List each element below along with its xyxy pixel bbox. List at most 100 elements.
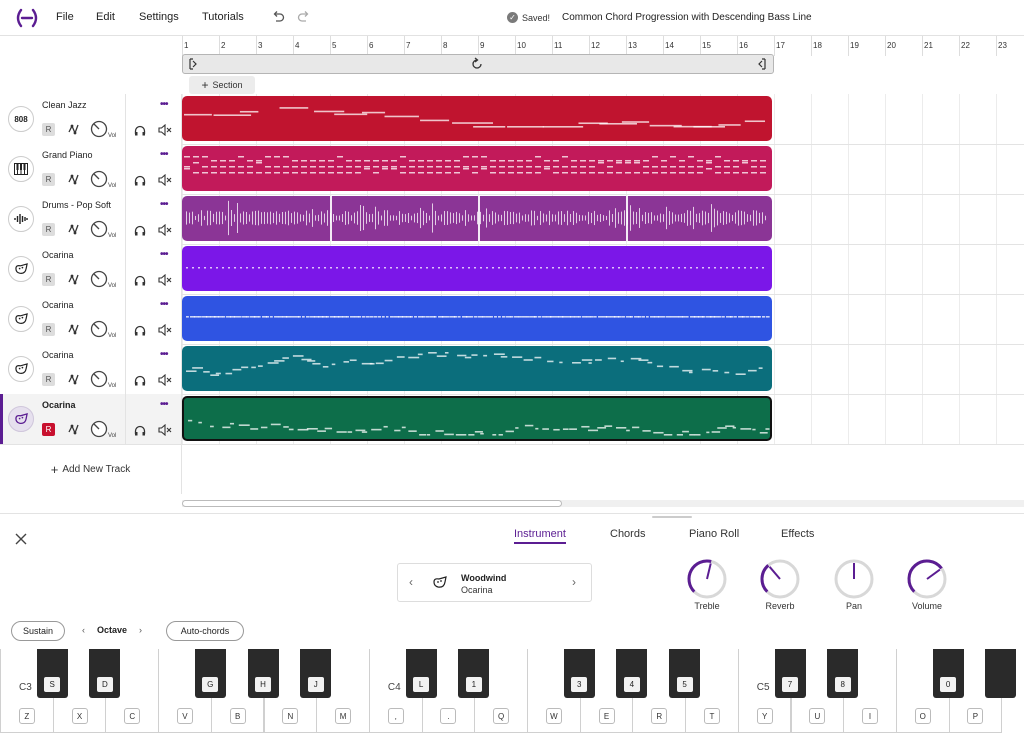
mute-icon[interactable] [158,424,172,436]
track-header[interactable]: 808 Clean Jazz ••• R Vol [0,94,182,144]
volume-knob[interactable] [90,170,108,188]
ocarina-icon[interactable] [8,356,34,382]
auto-chords-button[interactable]: Auto-chords [166,621,244,641]
headphones-icon[interactable] [134,225,146,236]
sustain-button[interactable]: Sustain [11,621,65,641]
instrument-selector[interactable]: ‹ Woodwind Ocarina › [397,563,592,602]
reverb-knob[interactable] [759,558,801,600]
track-region[interactable] [182,246,772,291]
black-key[interactable]: S [36,649,68,698]
ocarina-icon[interactable] [8,256,34,282]
redo-icon[interactable] [297,10,311,24]
close-icon[interactable] [14,532,28,546]
more-options-icon[interactable]: ••• [160,249,168,260]
track-name[interactable]: Grand Piano [42,150,93,160]
black-key[interactable]: 7 [774,649,806,698]
more-options-icon[interactable]: ••• [160,199,168,210]
panel-drag-handle[interactable] [652,516,692,518]
ocarina-icon[interactable] [8,406,34,432]
track-header[interactable]: Drums - Pop Soft ••• R Vol [0,194,182,244]
headphones-icon[interactable] [134,175,146,186]
volume-knob[interactable] [90,220,108,238]
track-region[interactable] [182,296,772,341]
menu-edit[interactable]: Edit [96,11,115,23]
more-options-icon[interactable]: ••• [160,99,168,110]
menu-settings[interactable]: Settings [139,11,179,23]
tab-effects[interactable]: Effects [781,528,814,540]
ocarina-icon[interactable] [8,306,34,332]
track-name[interactable]: Ocarina [42,300,74,310]
black-key[interactable]: 8 [827,649,859,698]
tab-instrument[interactable]: Instrument [514,528,566,544]
timeline-ruler[interactable]: 1 2 3 4 5 6 7 8 9 10 11 12 13 14 15 16 17 18 19 20 21 22 23 [182,36,1024,56]
automation-icon[interactable] [68,372,80,386]
automation-icon[interactable] [68,172,80,186]
track-name[interactable]: Drums - Pop Soft [42,200,111,210]
black-key[interactable]: H [247,649,279,698]
black-key[interactable]: 4 [616,649,648,698]
track-name[interactable]: Ocarina [42,350,74,360]
black-key[interactable]: J [300,649,332,698]
record-arm-button[interactable]: R [42,223,55,236]
loop-bar[interactable] [182,54,774,74]
record-arm-button[interactable]: R [42,373,55,386]
scrollbar-thumb[interactable] [182,500,562,507]
volume-knob[interactable] [90,420,108,438]
black-key[interactable]: 0 [932,649,964,698]
loop-start-icon[interactable] [188,58,198,70]
automation-icon[interactable] [68,422,80,436]
black-key[interactable]: 5 [669,649,701,698]
track-name[interactable]: Clean Jazz [42,100,87,110]
menu-tutorials[interactable]: Tutorials [202,11,244,23]
track-header[interactable]: Ocarina ••• R Vol [0,294,182,344]
record-arm-button[interactable]: R [42,123,55,136]
mute-icon[interactable] [158,274,172,286]
more-options-icon[interactable]: ••• [160,149,168,160]
headphones-icon[interactable] [134,125,146,136]
octave-up-icon[interactable]: › [139,625,142,635]
track-header[interactable]: Ocarina ••• R Vol [0,344,182,394]
black-key[interactable]: D [89,649,121,698]
track-header[interactable]: Grand Piano ••• R Vol [0,144,182,194]
track-header[interactable]: Ocarina ••• R Vol [0,244,182,294]
menu-file[interactable]: File [56,11,74,23]
volume-knob[interactable] [906,558,948,600]
headphones-icon[interactable] [134,325,146,336]
volume-knob[interactable] [90,270,108,288]
more-options-icon[interactable]: ••• [160,299,168,310]
record-arm-button[interactable]: R [42,423,55,436]
mute-icon[interactable] [158,374,172,386]
logo-icon[interactable] [14,8,40,28]
automation-icon[interactable] [68,322,80,336]
automation-icon[interactable] [68,222,80,236]
tab-piano-roll[interactable]: Piano Roll [689,528,739,540]
tab-chords[interactable]: Chords [610,528,645,540]
track-region[interactable] [182,196,772,241]
volume-knob[interactable] [90,120,108,138]
track-header[interactable]: Ocarina ••• R Vol [0,394,182,444]
loop-end-icon[interactable] [757,58,767,70]
song-title[interactable]: Common Chord Progression with Descending… [562,12,812,23]
track-region[interactable] [182,96,772,141]
drum-machine-icon[interactable]: 808 [8,106,34,132]
record-arm-button[interactable]: R [42,273,55,286]
black-key[interactable] [985,649,1017,698]
prev-instrument-icon[interactable]: ‹ [409,575,413,589]
automation-icon[interactable] [68,272,80,286]
black-key[interactable]: L [405,649,437,698]
next-instrument-icon[interactable]: › [572,575,576,589]
waveform-icon[interactable] [8,206,34,232]
add-section-button[interactable]: + Section [189,76,255,94]
treble-knob[interactable] [686,558,728,600]
black-key[interactable]: 3 [563,649,595,698]
track-name[interactable]: Ocarina [42,400,76,410]
undo-icon[interactable] [271,10,285,24]
mute-icon[interactable] [158,124,172,136]
track-region[interactable] [182,146,772,191]
octave-down-icon[interactable]: ‹ [82,625,85,635]
more-options-icon[interactable]: ••• [160,349,168,360]
volume-knob[interactable] [90,370,108,388]
add-track-button[interactable]: + Add New Track [0,444,182,494]
headphones-icon[interactable] [134,425,146,436]
headphones-icon[interactable] [134,375,146,386]
